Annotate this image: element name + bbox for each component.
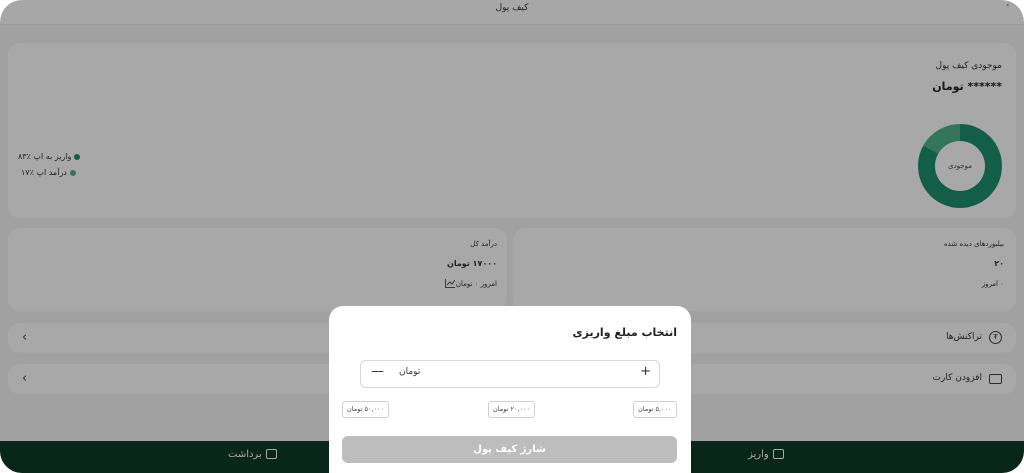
- charge-wallet-button[interactable]: شارژ کیف پول: [342, 436, 677, 463]
- decrease-amount-button[interactable]: —: [371, 364, 384, 379]
- amount-chip-20000[interactable]: ۲۰,۰۰۰ تومان: [488, 401, 535, 418]
- amount-chip-50000[interactable]: ۵۰,۰۰۰ تومان: [342, 401, 389, 418]
- increase-amount-button[interactable]: +: [640, 364, 651, 379]
- sheet-title: انتخاب مبلغ واریزی: [572, 326, 677, 339]
- deposit-amount-sheet: انتخاب مبلغ واریزی + — تومان ۵,۰۰۰ تومان…: [329, 306, 691, 473]
- amount-stepper[interactable]: + — تومان: [360, 360, 660, 388]
- amount-unit: تومان: [399, 367, 421, 377]
- wallet-screen: کیف پول ˂ موجودی کیف پول ****** تومان مو…: [0, 0, 1024, 473]
- amount-chip-5000[interactable]: ۵,۰۰۰ تومان: [633, 401, 677, 418]
